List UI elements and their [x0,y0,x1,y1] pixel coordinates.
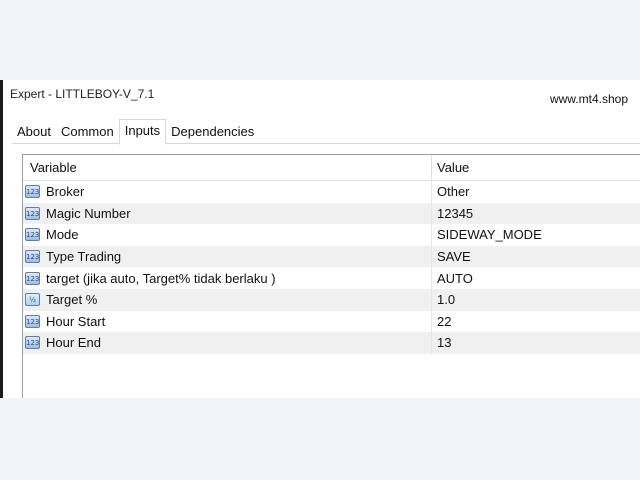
value-cell[interactable]: SAVE [431,245,640,268]
table-row[interactable]: 123 Mode SIDEWAY_MODE [23,224,640,246]
integer-param-icon: 123 [25,314,40,328]
tab-about[interactable]: About [12,121,56,144]
variable-cell: 123 Magic Number [23,203,431,225]
variable-cell: 123 Hour End [23,332,431,354]
tab-bar: About Common Inputs Dependencies [12,119,260,145]
integer-param-icon: 123 [25,336,40,350]
grid-header: Variable Value [23,155,640,181]
window-left-border [0,80,3,398]
integer-param-icon: 123 [25,250,40,264]
variable-cell: ½ Target % [23,289,431,311]
variable-cell: 123 Mode [23,224,431,246]
grid-rows: 123 Broker Other 123 Magic Number 12345 123 Mod… [23,181,640,354]
variable-name: Broker [46,184,85,200]
value-cell[interactable]: SIDEWAY_MODE [431,224,640,246]
value-cell[interactable]: 1.0 [431,288,640,311]
value-cell[interactable]: AUTO [431,267,640,289]
header-variable[interactable]: Variable [23,155,431,180]
table-row[interactable]: 123 Broker Other [23,181,640,203]
watermark-text: www.mt4.shop [549,92,628,106]
header-value[interactable]: Value [431,155,640,180]
value-cell[interactable]: Other [431,181,640,203]
variable-name: Hour End [46,335,101,351]
table-row[interactable]: ½ Target % 1.0 [23,288,640,311]
integer-param-icon: 123 [25,228,40,242]
variable-name: Mode [46,227,79,243]
variable-name: Target % [46,292,98,308]
tab-divider [12,143,640,144]
table-row[interactable]: 123 target (jika auto, Target% tidak berl… [23,267,640,289]
table-row[interactable]: 123 Hour Start 22 [23,310,640,333]
window-title: Expert - LITTLEBOY-V_7.1 [10,87,155,101]
variable-name: Hour Start [46,313,106,329]
integer-param-icon: 123 [25,185,40,199]
tab-inputs[interactable]: Inputs [118,119,167,145]
variable-cell: 123 Broker [23,181,431,203]
integer-param-icon: 123 [25,206,40,220]
variable-cell: 123 target (jika auto, Target% tidak berl… [23,267,431,289]
variable-name: target (jika auto, Target% tidak berlaku… [46,270,276,286]
tab-common[interactable]: Common [55,121,119,144]
value-cell[interactable]: 12345 [431,202,640,225]
table-row[interactable]: 123 Hour End 13 [23,332,640,354]
value-cell[interactable]: 22 [431,310,640,333]
table-row[interactable]: 123 Type Trading SAVE [23,245,640,268]
table-row[interactable]: 123 Magic Number 12345 [23,202,640,225]
expert-properties-window: Expert - LITTLEBOY-V_7.1 www.mt4.shop Ab… [0,80,640,398]
variable-cell: 123 Hour Start [23,311,431,333]
integer-param-icon: 123 [25,271,40,285]
double-param-icon: ½ [25,293,40,307]
inputs-grid: Variable Value 123 Broker Other 123 Magic Nu… [22,154,640,398]
variable-name: Magic Number [46,205,131,221]
tab-dependencies[interactable]: Dependencies [166,121,260,144]
value-cell[interactable]: 13 [431,332,640,354]
variable-name: Type Trading [46,249,122,265]
variable-cell: 123 Type Trading [23,246,431,268]
